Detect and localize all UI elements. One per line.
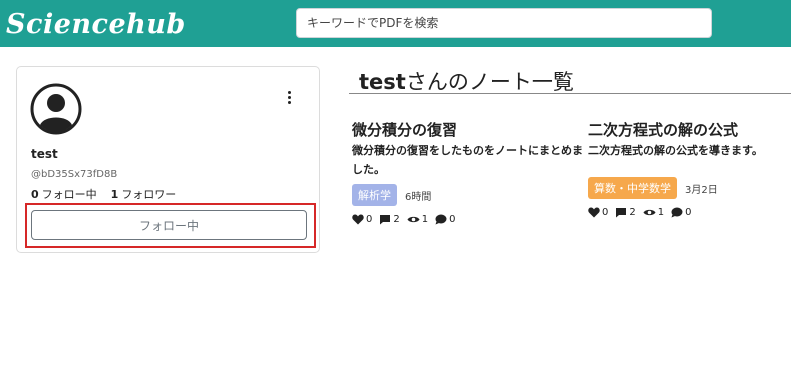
note-title[interactable]: 微分積分の復習 bbox=[352, 120, 592, 140]
sciencehub-logo[interactable]: Sciencehub bbox=[6, 5, 186, 43]
note-counts: 0 2 1 0 bbox=[352, 214, 592, 225]
note-description: 二次方程式の解の公式を導きます。 bbox=[588, 144, 763, 157]
eye-icon bbox=[407, 216, 420, 223]
followers-label: フォロワー bbox=[121, 188, 177, 201]
title-divider bbox=[349, 93, 791, 94]
following-button[interactable]: フォロー中 bbox=[31, 210, 307, 240]
followers-count: 1 bbox=[110, 188, 119, 201]
note-title[interactable]: 二次方程式の解の公式 bbox=[588, 120, 791, 140]
profile-username: test bbox=[31, 147, 58, 161]
profile-handle: @bD35Sx73fD8B bbox=[31, 169, 118, 180]
page-title: testさんのノート一覧 bbox=[359, 66, 574, 96]
views-count: 1 bbox=[657, 207, 665, 218]
views-count: 1 bbox=[421, 214, 429, 225]
follow-stats: 0 フォロー中 1 フォロワー bbox=[31, 186, 176, 202]
comments-count: 2 bbox=[393, 214, 400, 225]
following-label: フォロー中 bbox=[41, 188, 97, 201]
comment-icon[interactable] bbox=[379, 214, 391, 225]
note-counts: 0 2 1 0 bbox=[588, 207, 791, 218]
eye-icon bbox=[643, 209, 656, 216]
comment-icon[interactable] bbox=[615, 207, 627, 218]
subject-tag[interactable]: 算数・中学数学 bbox=[588, 177, 677, 199]
vertical-ellipsis-icon[interactable] bbox=[283, 89, 295, 111]
chat-bubble-icon[interactable] bbox=[435, 214, 447, 225]
search-input[interactable] bbox=[296, 8, 712, 38]
chats-count: 0 bbox=[685, 207, 692, 218]
top-header: Sciencehub bbox=[0, 0, 791, 47]
likes-count: 0 bbox=[602, 207, 609, 218]
heart-icon[interactable] bbox=[588, 207, 600, 218]
note-card[interactable]: 微分積分の復習 微分積分の復習をしたものをノートにまとめました。 解析学 6時間… bbox=[352, 120, 592, 225]
followers-stat[interactable]: 1 フォロワー bbox=[111, 186, 177, 202]
likes-count: 0 bbox=[366, 214, 373, 225]
subject-tag[interactable]: 解析学 bbox=[352, 184, 397, 206]
note-time: 3月2日 bbox=[685, 184, 718, 196]
note-description: 微分積分の復習をしたものをノートにまとめました。 bbox=[352, 144, 583, 176]
following-count: 0 bbox=[31, 188, 39, 201]
chat-bubble-icon[interactable] bbox=[671, 207, 683, 218]
following-stat[interactable]: 0 フォロー中 bbox=[31, 186, 97, 202]
note-time: 6時間 bbox=[405, 191, 432, 203]
profile-card: test @bD35Sx73fD8B 0 フォロー中 1 フォロワー フォロー中 bbox=[16, 66, 320, 253]
comments-count: 2 bbox=[629, 207, 636, 218]
chats-count: 0 bbox=[449, 214, 456, 225]
heart-icon[interactable] bbox=[352, 214, 364, 225]
user-circle-icon bbox=[30, 83, 82, 135]
page-title-suffix: さんのノート一覧 bbox=[405, 70, 574, 94]
note-card[interactable]: 二次方程式の解の公式 二次方程式の解の公式を導きます。 算数・中学数学 3月2日… bbox=[588, 120, 791, 218]
page-title-name: test bbox=[359, 70, 406, 94]
